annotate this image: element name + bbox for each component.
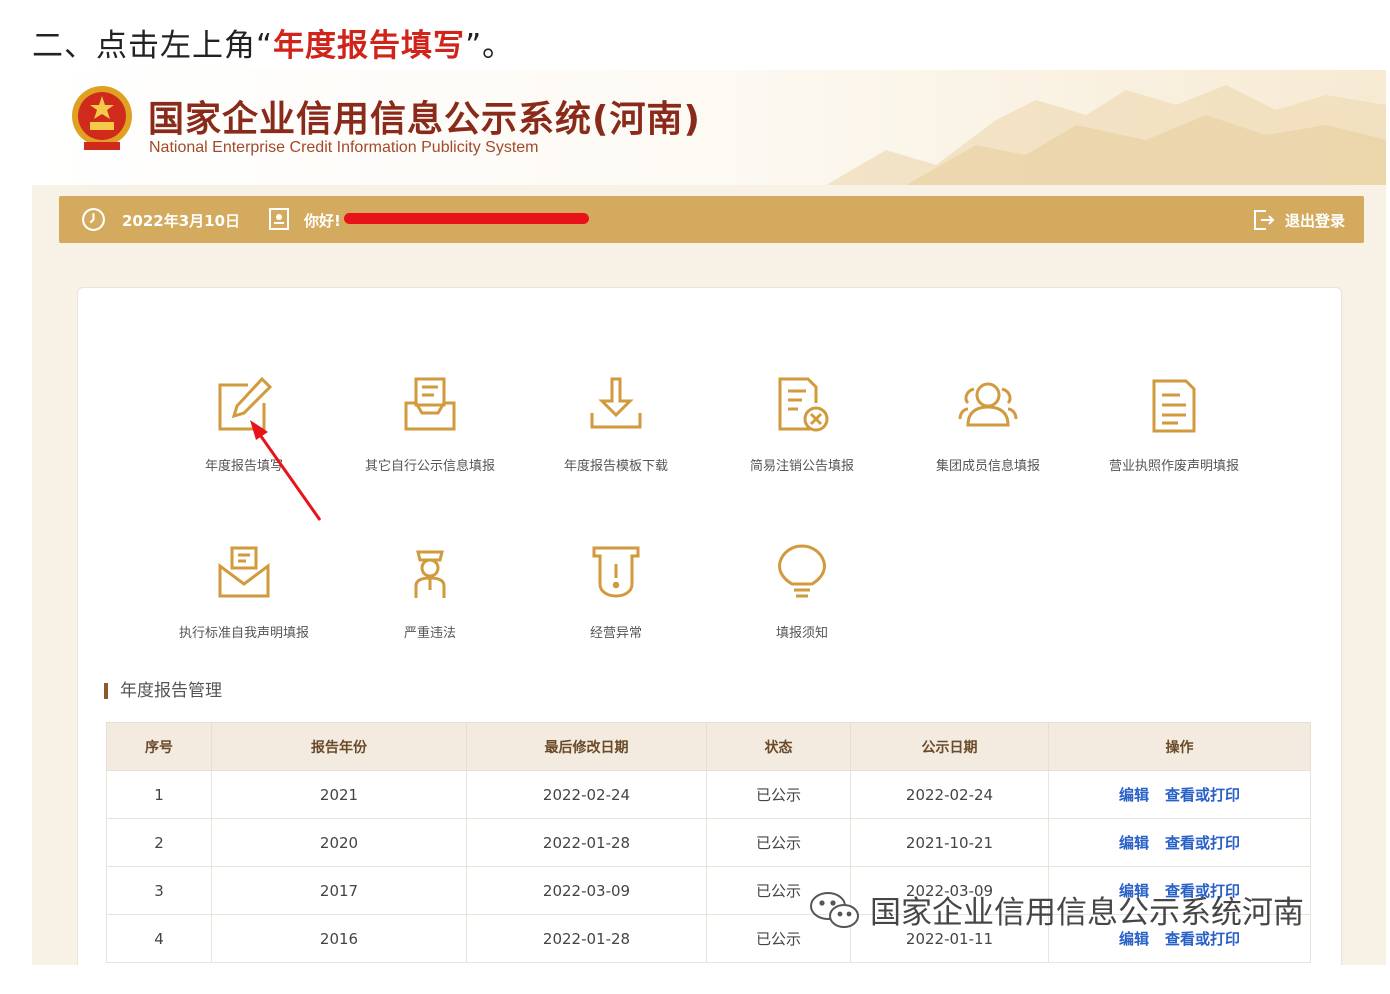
mountain-background-icon (826, 85, 1386, 185)
logout-icon[interactable] (1252, 208, 1275, 232)
cell-no: 1 (106, 770, 212, 819)
menu-item-serious-violation[interactable]: 严重违法 (340, 540, 520, 641)
table-header-row: 序号 报告年份 最后修改日期 状态 公示日期 操作 (106, 722, 1311, 771)
menu-label: 严重违法 (403, 626, 456, 641)
menu-item-license-void[interactable]: 营业执照作废声明填报 (1084, 373, 1264, 474)
edit-link[interactable]: 编辑 (1119, 930, 1149, 948)
menu-label: 填报须知 (775, 626, 828, 641)
column-header: 公示日期 (850, 722, 1049, 771)
cell-year: 2016 (211, 914, 467, 963)
inbox-tray-icon (404, 377, 456, 431)
menu-item-simple-deregistration[interactable]: 简易注销公告填报 (712, 373, 892, 474)
table-row: 1 2021 2022-02-24 已公示 2022-02-24 编辑 查看或打印 (106, 770, 1311, 819)
column-header: 状态 (706, 722, 851, 771)
instruction-prefix: 二、点击左上角“ (32, 28, 274, 64)
view-print-link[interactable]: 查看或打印 (1165, 930, 1240, 948)
police-officer-icon (414, 550, 446, 598)
menu-label: 简易注销公告填报 (749, 459, 854, 474)
view-print-link[interactable]: 查看或打印 (1165, 786, 1240, 804)
instruction-highlight: 年度报告填写 (273, 28, 466, 64)
user-toolbar: 2022年3月10日 你好! 退出登录 (59, 196, 1364, 243)
menu-label: 集团成员信息填报 (935, 459, 1040, 474)
download-icon (590, 377, 642, 429)
menu-item-standard-declaration[interactable]: 执行标准自我声明填报 (154, 540, 334, 641)
envelope-icon (218, 546, 270, 598)
cell-published: 2021-10-21 (850, 818, 1049, 867)
site-subtitle: National Enterprise Credit Information P… (149, 139, 539, 156)
cell-modified: 2022-01-28 (466, 914, 707, 963)
lightbulb-icon (778, 544, 826, 598)
menu-item-filing-notice[interactable]: 填报须知 (712, 540, 892, 641)
cell-no: 3 (106, 866, 212, 915)
menu-label: 营业执照作废声明填报 (1108, 459, 1239, 474)
cell-actions: 编辑 查看或打印 (1048, 770, 1311, 819)
document-list-icon (1152, 379, 1196, 433)
site-title: 国家企业信用信息公示系统(河南) (148, 99, 701, 140)
watermark: 国家企业信用信息公示系统河南 (806, 887, 1304, 932)
app-screenshot: 国家企业信用信息公示系统(河南) National Enterprise Cre… (32, 70, 1386, 965)
cell-no: 2 (106, 818, 212, 867)
main-panel: 年度报告填写 其它自行公示信息填报 年度报告模板下载 简易注销公告填报 集团成员… (77, 287, 1342, 965)
column-header: 报告年份 (211, 722, 467, 771)
cell-modified: 2022-01-28 (466, 818, 707, 867)
menu-label: 年度报告模板下载 (563, 459, 668, 474)
edit-link[interactable]: 编辑 (1119, 834, 1149, 852)
watermark-text: 国家企业信用信息公示系统河南 (870, 895, 1304, 931)
cell-year: 2017 (211, 866, 467, 915)
column-header: 最后修改日期 (466, 722, 707, 771)
group-users-icon (958, 382, 1018, 427)
cell-no: 4 (106, 914, 212, 963)
menu-label: 年度报告填写 (204, 459, 283, 474)
section-title: 年度报告管理 (104, 683, 222, 700)
instruction-suffix: ”。 (465, 28, 515, 64)
cell-published: 2022-02-24 (850, 770, 1049, 819)
document-cancel-icon (778, 377, 829, 432)
menu-label: 执行标准自我声明填报 (178, 626, 309, 641)
view-print-link[interactable]: 查看或打印 (1165, 834, 1240, 852)
cell-modified: 2022-02-24 (466, 770, 707, 819)
table-row: 2 2020 2022-01-28 已公示 2021-10-21 编辑 查看或打印 (106, 818, 1311, 867)
menu-item-abnormal-operation[interactable]: 经营异常 (526, 540, 706, 641)
cell-modified: 2022-03-09 (466, 866, 707, 915)
column-header: 序号 (106, 722, 212, 771)
cell-year: 2020 (211, 818, 467, 867)
redaction-mark (344, 213, 589, 224)
cell-actions: 编辑 查看或打印 (1048, 818, 1311, 867)
cell-status: 已公示 (706, 770, 851, 819)
logout-button[interactable]: 退出登录 (1285, 210, 1345, 231)
cell-year: 2021 (211, 770, 467, 819)
edit-report-icon (218, 376, 273, 431)
site-header: 国家企业信用信息公示系统(河南) National Enterprise Cre… (32, 70, 1386, 185)
menu-item-annual-report[interactable]: 年度报告填写 (154, 373, 334, 474)
national-emblem-icon (72, 86, 132, 150)
column-header: 操作 (1048, 722, 1311, 771)
current-date: 2022年3月10日 (122, 212, 241, 230)
user-greeting: 你好! (304, 212, 341, 230)
menu-label: 其它自行公示信息填报 (364, 459, 495, 474)
alert-shield-icon (592, 546, 640, 598)
menu-item-template-download[interactable]: 年度报告模板下载 (526, 373, 706, 474)
menu-item-group-members[interactable]: 集团成员信息填报 (898, 373, 1078, 474)
id-badge-icon (269, 208, 289, 230)
menu-item-other-disclosure[interactable]: 其它自行公示信息填报 (340, 373, 520, 474)
instruction-text: 二、点击左上角“年度报告填写”。 (32, 20, 514, 65)
clock-icon (82, 208, 105, 231)
cell-status: 已公示 (706, 818, 851, 867)
wechat-icon (810, 891, 859, 928)
edit-link[interactable]: 编辑 (1119, 786, 1149, 804)
menu-label: 经营异常 (589, 626, 642, 641)
